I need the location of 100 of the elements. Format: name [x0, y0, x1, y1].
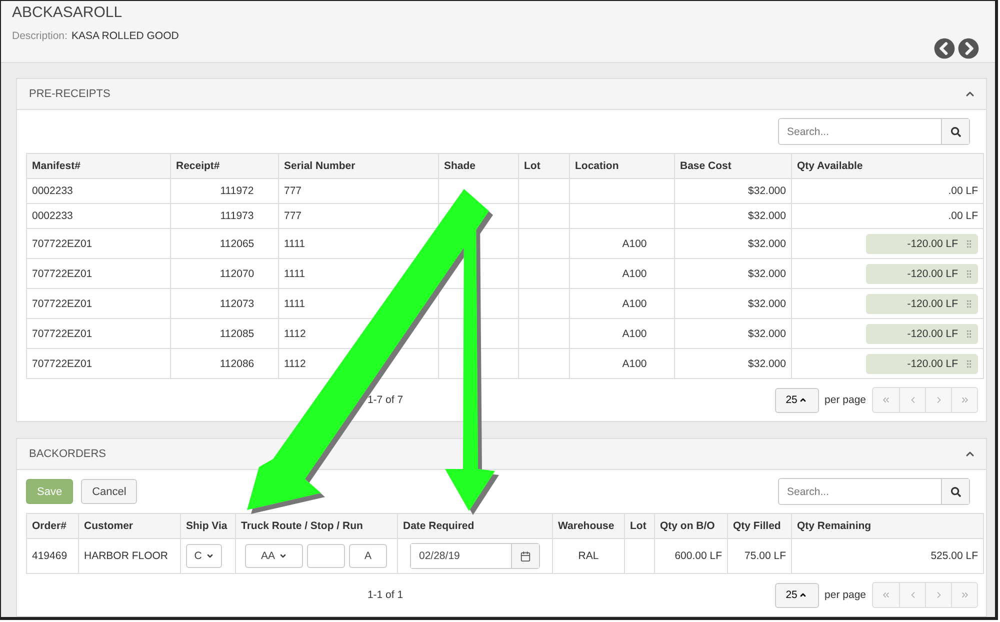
column-header[interactable]: Customer [78, 514, 180, 538]
column-header[interactable]: Warehouse [552, 514, 624, 538]
table-cell: 707722EZ01 [26, 318, 170, 348]
search-field[interactable]: Search... [778, 118, 970, 145]
table-cell: 525.00 LF [792, 538, 984, 574]
page-size-select[interactable]: 25 [774, 582, 819, 608]
double-chevron-right-icon [960, 590, 970, 600]
column-header[interactable]: Manifest# [26, 154, 170, 178]
column-header[interactable]: Qty Available [792, 154, 984, 178]
page-size-select[interactable]: 25 [774, 388, 819, 412]
table-cell: A100 [570, 258, 674, 288]
column-header[interactable]: Qty Filled [728, 514, 792, 538]
panel-header[interactable]: PRE-RECEIPTS [17, 79, 986, 110]
table-cell: $32.000 [674, 228, 792, 258]
table-cell: $32.000 [674, 258, 792, 288]
search-icon [950, 126, 960, 136]
column-header[interactable]: Serial Number [278, 154, 438, 178]
table-cell: 707722EZ01 [26, 288, 170, 318]
table-cell: 111973 [170, 204, 278, 228]
column-header[interactable]: Ship Via [180, 514, 236, 538]
search-icon [950, 486, 960, 496]
panel-header[interactable]: BACKORDERS [17, 439, 986, 470]
grip-icon [964, 238, 974, 248]
column-header[interactable]: Receipt# [170, 154, 278, 178]
table-cell: RAL [552, 538, 624, 574]
panel-title: BACKORDERS [29, 448, 106, 460]
grip-icon [964, 328, 974, 338]
double-chevron-right-icon [960, 395, 970, 405]
per-page-label: per page [824, 394, 866, 406]
page-range: 1-1 of 1 [366, 589, 404, 601]
dropdown-select[interactable]: C [186, 544, 222, 568]
quantity-badge: -120.00 LF [866, 354, 978, 374]
quantity-badge: -120.00 LF [866, 264, 978, 284]
table-cell: 111972 [170, 178, 278, 204]
table-cell: A100 [570, 318, 674, 348]
date-field[interactable]: 02/28/19 [410, 543, 540, 569]
column-header[interactable]: Date Required [398, 514, 552, 538]
search-input[interactable]: Search... [779, 119, 941, 144]
search-input[interactable]: Search... [779, 479, 941, 504]
table-cell: A100 [570, 348, 674, 378]
table-cell: A100 [570, 228, 674, 258]
table-cell: $32.000 [674, 348, 792, 378]
run-field[interactable]: A [349, 544, 387, 568]
panel-title: PRE-RECEIPTS [29, 88, 110, 100]
column-header[interactable]: Order# [26, 514, 78, 538]
column-header[interactable]: Shade [438, 154, 518, 178]
table-cell: 112085 [170, 318, 278, 348]
previous-icon[interactable] [934, 38, 955, 58]
table-cell: 707722EZ01 [26, 258, 170, 288]
cancel-button[interactable]: Cancel [81, 479, 138, 504]
table-cell: A100 [570, 288, 674, 318]
column-header[interactable]: Base Cost [674, 154, 792, 178]
caret-icon [799, 591, 808, 599]
table-cell: 707722EZ01 [26, 228, 170, 258]
column-header[interactable]: Qty on B/O [654, 514, 728, 538]
search-button[interactable] [941, 119, 969, 144]
caret-icon [799, 396, 808, 404]
item-title: ABCKASAROLL [12, 4, 124, 21]
table-cell: 112073 [170, 288, 278, 318]
caret-icon [279, 552, 287, 560]
table-cell: 112065 [170, 228, 278, 258]
column-header[interactable]: Lot [518, 154, 570, 178]
table-cell: .00 LF [792, 204, 984, 228]
stop-field[interactable] [307, 544, 345, 568]
table-cell: 777 [278, 178, 438, 204]
table-cell: 707722EZ01 [26, 348, 170, 378]
search-field[interactable]: Search... [778, 478, 970, 505]
table-cell: $32.000 [674, 204, 792, 228]
table-cell: $32.000 [674, 178, 792, 204]
table-cell: 600.00 LF [654, 538, 728, 574]
page-range: 1-7 of 7 [366, 394, 404, 406]
dropdown-select[interactable]: AA [245, 544, 303, 568]
description-label: Description: [12, 30, 68, 42]
table-cell: 777 [278, 204, 438, 228]
table-cell: 112086 [170, 348, 278, 378]
column-header[interactable]: Location [570, 154, 674, 178]
calendar-icon [520, 550, 531, 562]
next-icon[interactable] [958, 38, 979, 58]
double-chevron-left-icon [881, 395, 891, 405]
column-header[interactable]: Lot [624, 514, 654, 538]
table-cell: 112070 [170, 258, 278, 288]
calendar-button[interactable] [511, 544, 539, 568]
table-cell: 419469 [26, 538, 78, 574]
quantity-badge: -120.00 LF [866, 294, 978, 314]
per-page-label: per page [824, 589, 866, 601]
grip-icon [964, 298, 974, 308]
table-cell: 75.00 LF [728, 538, 792, 574]
table-cell: HARBOR FLOOR [78, 538, 180, 574]
double-chevron-left-icon [881, 590, 891, 600]
quantity-badge: -120.00 LF [866, 234, 978, 254]
table-cell: $32.000 [674, 288, 792, 318]
grip-icon [964, 358, 974, 368]
grip-icon [964, 268, 974, 278]
table-cell: 0002233 [26, 178, 170, 204]
column-header[interactable]: Truck Route / Stop / Run [236, 514, 398, 538]
column-header[interactable]: Qty Remaining [792, 514, 984, 538]
table-cell: .00 LF [792, 178, 984, 204]
search-button[interactable] [941, 479, 969, 504]
quantity-badge: -120.00 LF [866, 324, 978, 344]
table-cell: 0002233 [26, 204, 170, 228]
